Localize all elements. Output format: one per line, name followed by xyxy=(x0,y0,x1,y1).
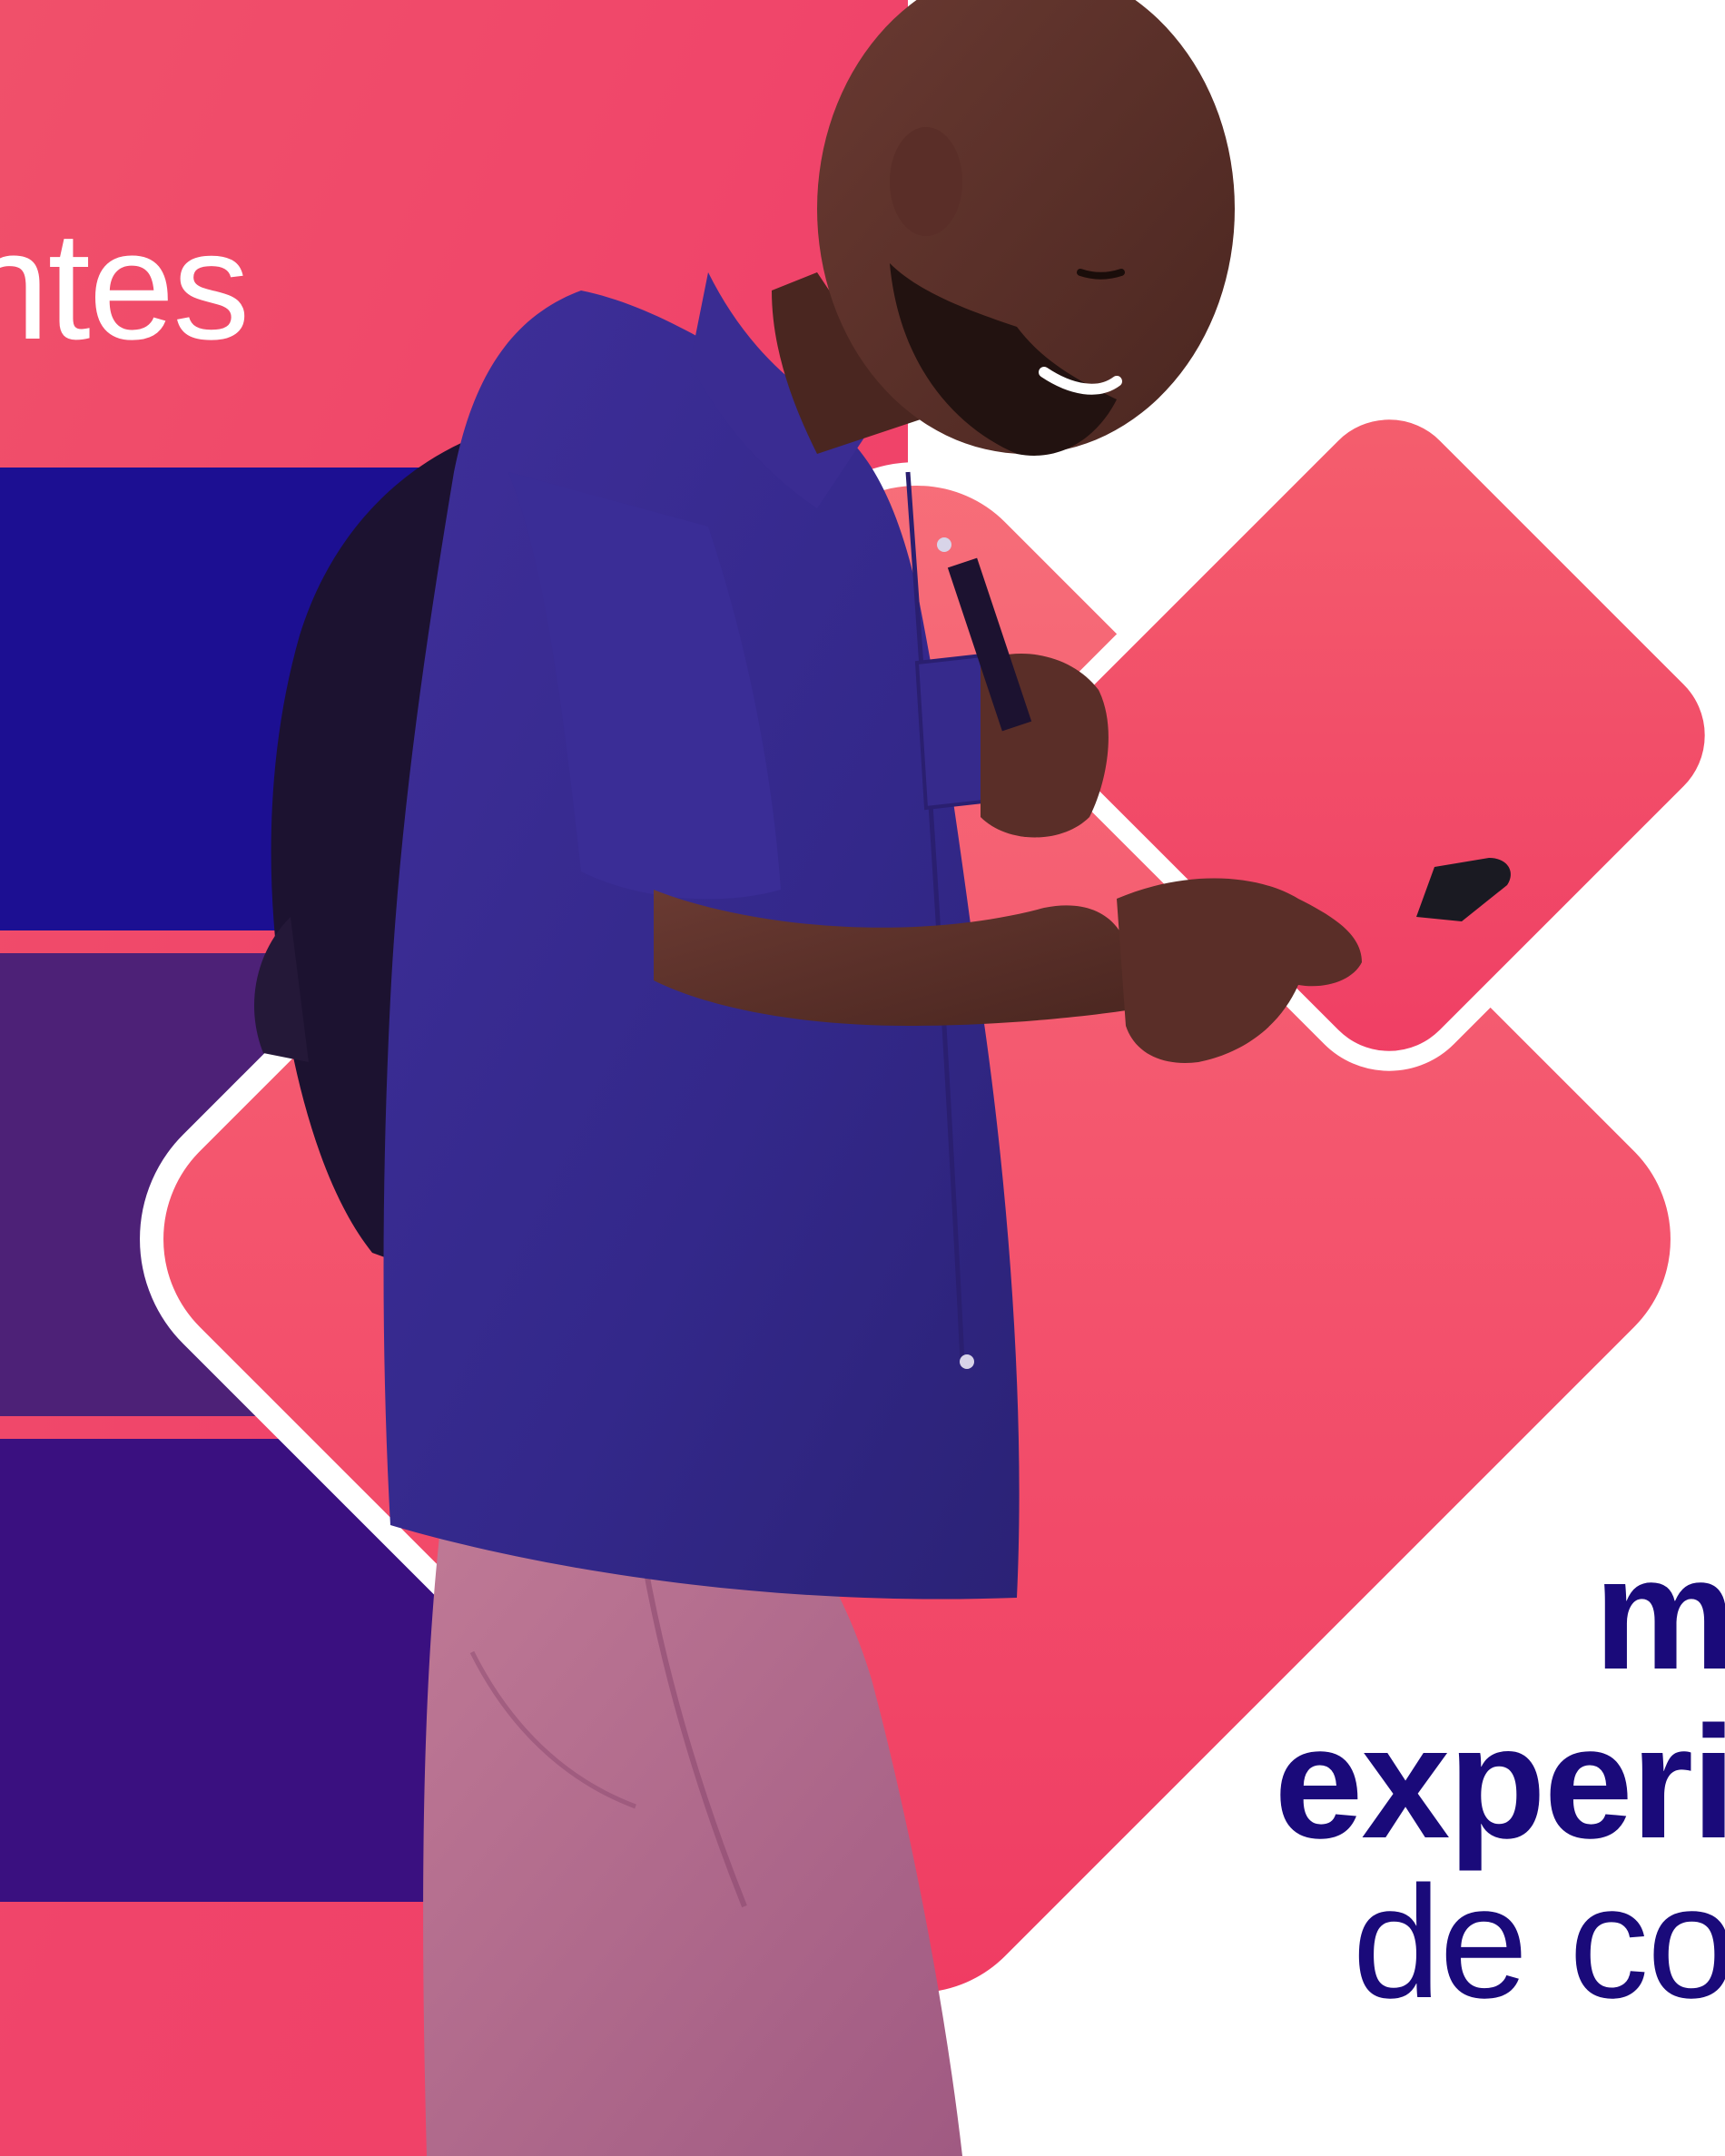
message-line-2: experi xyxy=(1274,1694,1725,1872)
message-line-1: m xyxy=(1593,1525,1725,1703)
smartphone xyxy=(1416,858,1511,921)
hand xyxy=(1117,878,1362,1063)
promo-message: m experi de co xyxy=(917,1534,1725,2023)
promo-banner: ntes m experi de co xyxy=(0,0,1725,2156)
message-line-3: de co xyxy=(1352,1854,1725,2032)
